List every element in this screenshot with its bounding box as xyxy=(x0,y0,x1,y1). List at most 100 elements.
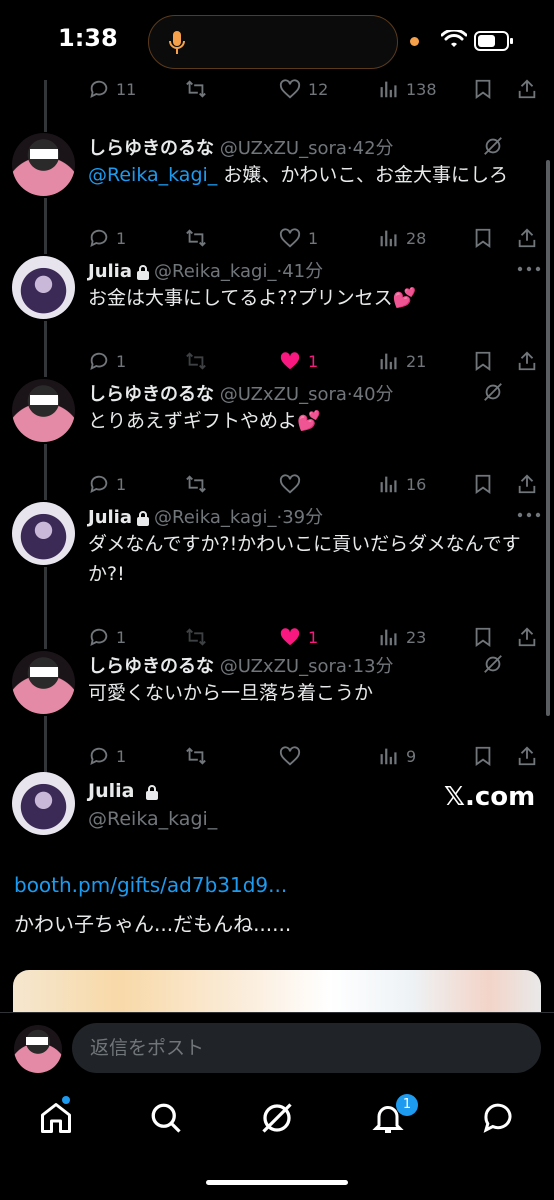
retweet-button[interactable] xyxy=(184,743,208,769)
author-handle[interactable]: @Reika_kagi_ xyxy=(154,261,276,282)
reply-input[interactable]: 返信をポスト xyxy=(72,1023,541,1073)
reply-button[interactable]: 1 xyxy=(88,471,126,497)
retweet-button[interactable] xyxy=(184,348,208,374)
reply-icon xyxy=(90,628,108,647)
like-button[interactable]: 1 xyxy=(278,624,318,650)
reply-button[interactable]: 1 xyxy=(88,624,126,650)
grok-icon[interactable] xyxy=(482,135,504,157)
views-button[interactable]: 16 xyxy=(378,471,426,497)
retweet-button[interactable] xyxy=(184,76,208,102)
bookmark-icon xyxy=(475,228,491,249)
share-button[interactable] xyxy=(516,225,538,251)
more-icon[interactable] xyxy=(517,512,541,518)
bookmark-button[interactable] xyxy=(472,348,494,374)
dynamic-island[interactable] xyxy=(148,15,398,69)
bookmark-icon xyxy=(475,627,491,648)
reply-button[interactable]: 1 xyxy=(88,348,126,374)
scrollbar[interactable] xyxy=(546,160,550,716)
reply-button[interactable]: 11 xyxy=(88,76,136,102)
more-icon[interactable] xyxy=(517,266,541,272)
avatar[interactable] xyxy=(12,651,75,714)
retweet-icon xyxy=(186,747,206,765)
like-button[interactable] xyxy=(278,743,308,769)
tweet-text: かわい子ちゃん...だもんね...... xyxy=(14,912,292,936)
retweet-button[interactable] xyxy=(184,471,208,497)
bookmark-button[interactable] xyxy=(472,624,494,650)
reply-icon xyxy=(90,352,108,371)
author-handle[interactable]: @UZxZU_sora xyxy=(220,656,347,677)
retweet-button[interactable] xyxy=(184,225,208,251)
bookmark-button[interactable] xyxy=(472,76,494,102)
mention-link[interactable]: @Reika_kagi_ xyxy=(88,164,217,186)
author-name[interactable]: しらゆきのるな xyxy=(88,656,214,677)
share-button[interactable] xyxy=(516,743,538,769)
nav-search[interactable] xyxy=(148,1100,188,1140)
reply-button[interactable]: 1 xyxy=(88,225,126,251)
heart-filled-icon xyxy=(280,352,300,370)
author-handle[interactable]: @Reika_kagi_ xyxy=(88,808,217,830)
bookmark-button[interactable] xyxy=(472,471,494,497)
like-button[interactable]: 1 xyxy=(278,225,318,251)
author-name[interactable]: しらゆきのるな xyxy=(88,384,214,405)
reply-bar: 返信をポスト xyxy=(0,1012,554,1086)
like-button[interactable]: 12 xyxy=(278,76,328,102)
views-button[interactable]: 23 xyxy=(378,624,426,650)
timestamp[interactable]: 41分 xyxy=(282,261,323,282)
timestamp[interactable]: 13分 xyxy=(353,656,394,677)
retweet-icon xyxy=(186,80,206,98)
views-button[interactable]: 28 xyxy=(378,225,426,251)
lock-icon xyxy=(137,511,149,526)
author-handle[interactable]: @Reika_kagi_ xyxy=(154,507,276,528)
avatar[interactable] xyxy=(12,133,75,196)
like-button[interactable]: 1 xyxy=(278,348,318,374)
avatar[interactable] xyxy=(12,772,75,835)
timestamp[interactable]: 40分 xyxy=(353,384,394,405)
reply-icon xyxy=(90,475,108,494)
nav-home[interactable] xyxy=(38,1100,78,1140)
grok-icon[interactable] xyxy=(482,653,504,675)
retweet-button[interactable] xyxy=(184,624,208,650)
reply-count: 1 xyxy=(116,474,127,494)
bookmark-icon xyxy=(475,79,491,100)
avatar[interactable] xyxy=(12,256,75,319)
messages-icon xyxy=(483,1103,512,1133)
grok-icon[interactable] xyxy=(482,381,504,403)
views-button[interactable]: 21 xyxy=(378,348,426,374)
share-button[interactable] xyxy=(516,471,538,497)
avatar[interactable] xyxy=(12,379,75,442)
share-button[interactable] xyxy=(516,76,538,102)
timestamp[interactable]: 39分 xyxy=(282,507,323,528)
bookmark-button[interactable] xyxy=(472,225,494,251)
share-icon xyxy=(518,79,536,99)
wifi-icon xyxy=(441,30,467,47)
bookmark-button[interactable] xyxy=(472,743,494,769)
tweet-link[interactable]: booth.pm/gifts/ad7b31d9... xyxy=(14,873,287,897)
author-handle[interactable]: @UZxZU_sora xyxy=(220,138,347,159)
tweet-text: ダメなんですか?!かわいこに貢いだらダメなんですか?! xyxy=(88,533,521,585)
heart-icon xyxy=(279,474,301,494)
author-handle[interactable]: @UZxZU_sora xyxy=(220,384,347,405)
timestamp[interactable]: 42分 xyxy=(353,138,394,159)
tweet-header: Julia @Reika_kagi_·39分 xyxy=(88,503,323,529)
author-name[interactable]: Julia xyxy=(88,261,132,282)
retweet-icon xyxy=(186,229,206,247)
nav-messages[interactable] xyxy=(480,1100,520,1140)
share-button[interactable] xyxy=(516,624,538,650)
like-count: 1 xyxy=(308,228,319,248)
author-name[interactable]: しらゆきのるな xyxy=(88,138,214,159)
share-button[interactable] xyxy=(516,348,538,374)
nav-grok[interactable] xyxy=(259,1100,299,1140)
like-count: 1 xyxy=(308,627,319,647)
tweet-actions: 1 1 23 xyxy=(88,624,540,650)
author-name[interactable]: Julia xyxy=(88,507,132,528)
views-button[interactable]: 138 xyxy=(378,76,437,102)
reply-icon xyxy=(90,80,108,99)
author-name[interactable]: Julia xyxy=(88,780,163,802)
like-button[interactable] xyxy=(278,471,308,497)
reply-button[interactable]: 1 xyxy=(88,743,126,769)
views-button[interactable]: 9 xyxy=(378,743,416,769)
notification-badge: 1 xyxy=(396,1094,418,1116)
tweet-text: お金は大事にしてるよ??プリンセス💕 xyxy=(88,287,417,309)
reply-icon xyxy=(90,229,108,248)
avatar[interactable] xyxy=(12,502,75,565)
